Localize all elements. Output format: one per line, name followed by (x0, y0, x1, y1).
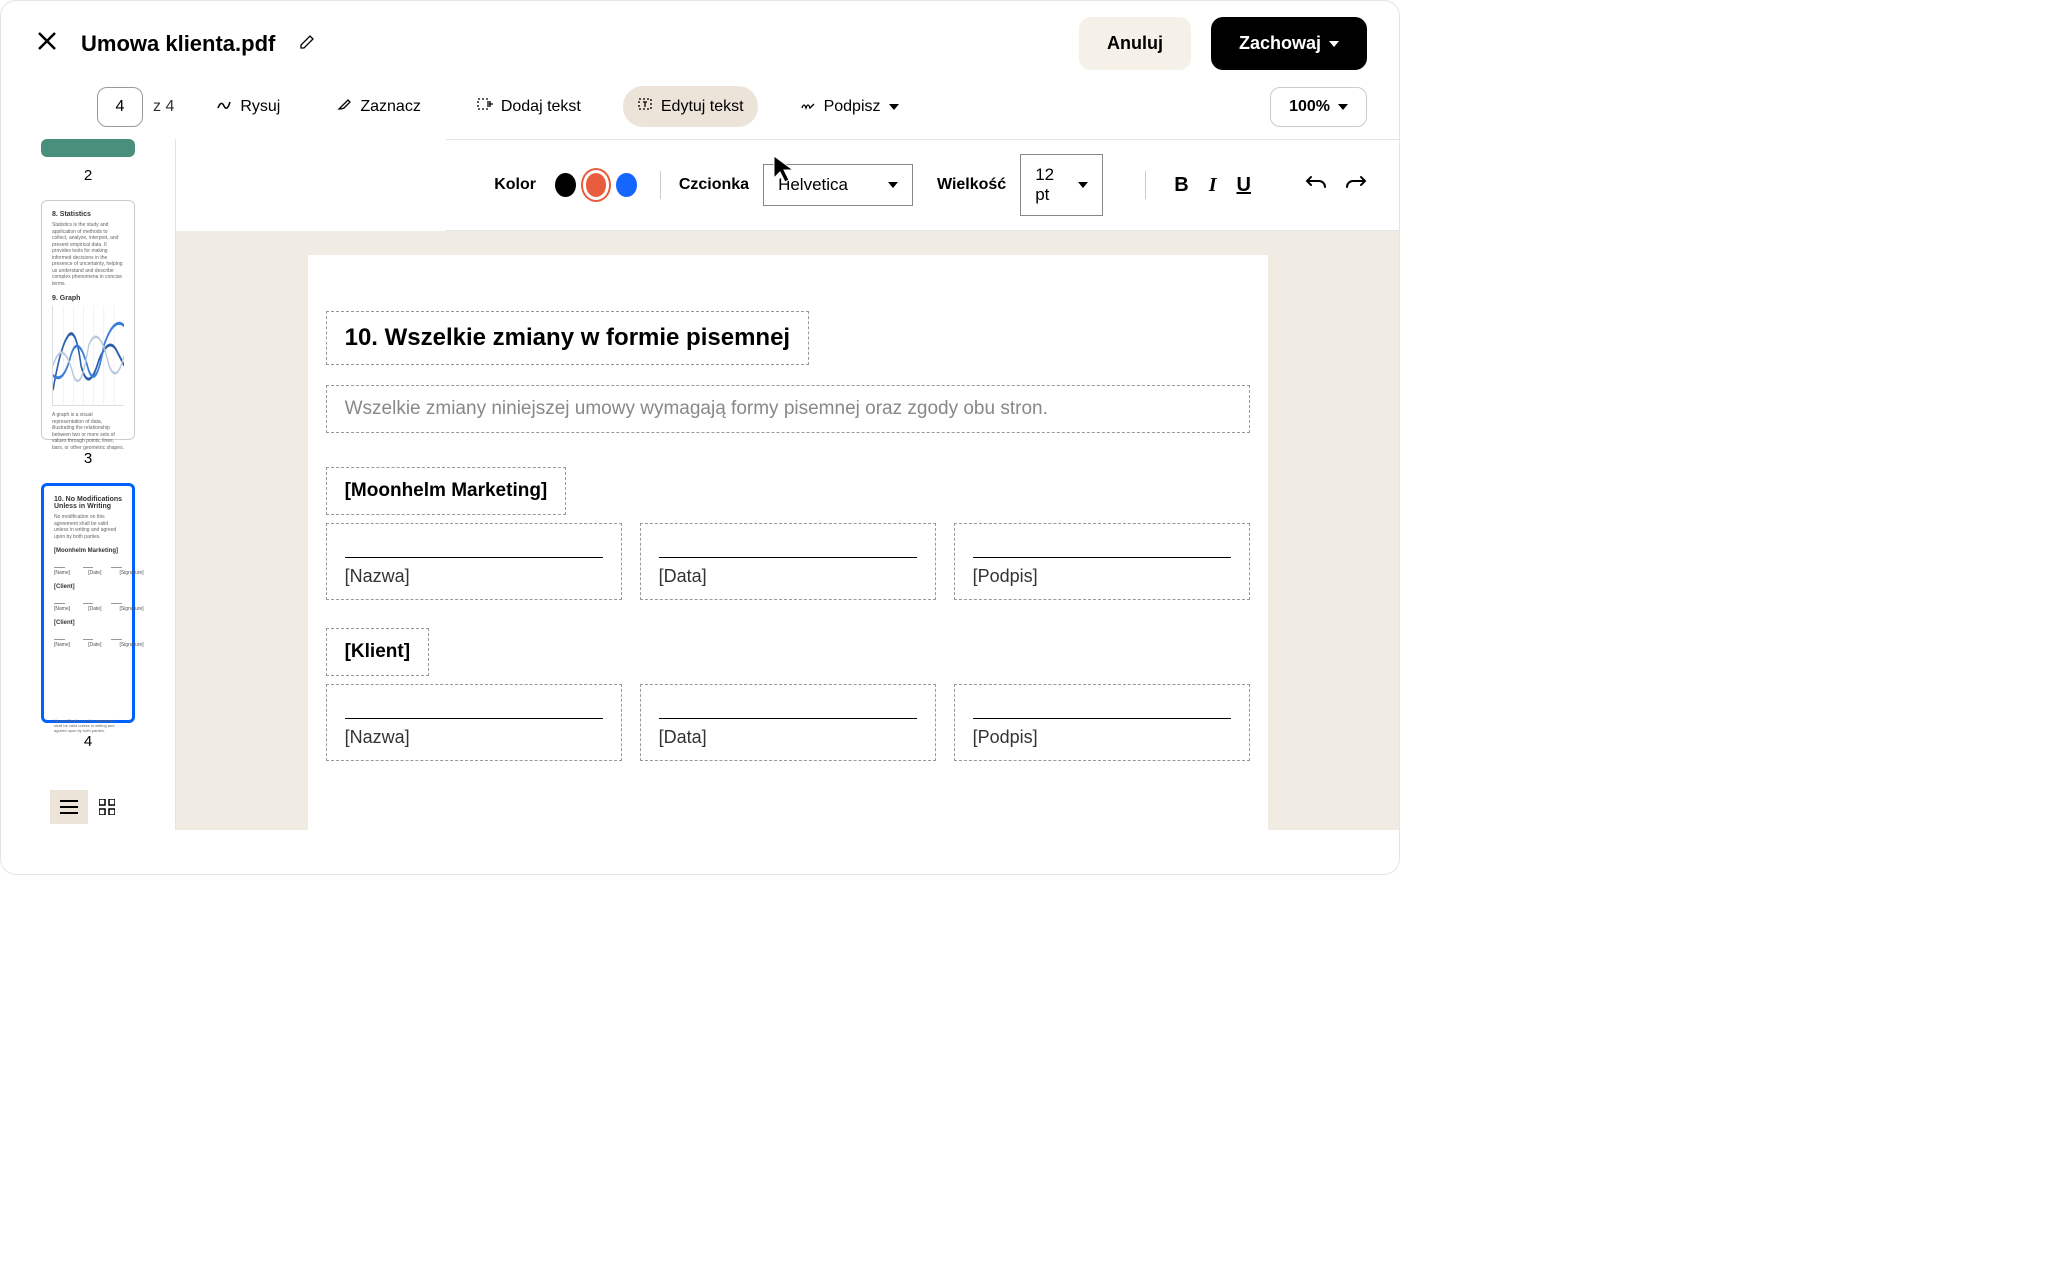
signature-icon (800, 96, 816, 117)
document-canvas[interactable]: 10. Wszelkie zmiany w formie pisemnej Ws… (176, 231, 1399, 830)
editable-party-name[interactable]: [Moonhelm Marketing] (326, 467, 567, 515)
thumb-text: No modification on this agreement shall … (54, 514, 122, 540)
page-number-input[interactable]: 4 (97, 87, 143, 127)
list-view-button[interactable] (50, 790, 88, 824)
thumb-label: [Date] (88, 642, 101, 648)
signature-field-name[interactable]: [Nazwa] (326, 523, 622, 600)
cancel-button[interactable]: Anuluj (1079, 17, 1191, 70)
thumb-party: [Moonhelm Marketing] (54, 548, 122, 554)
thumb-footer: No modification on this agreement shall … (54, 718, 122, 734)
underline-button[interactable]: U (1227, 170, 1261, 201)
sign-tool[interactable]: Podpisz (786, 86, 913, 127)
draw-tool[interactable]: Rysuj (202, 86, 294, 127)
thumb-label: [Signature] (119, 570, 143, 576)
zoom-select[interactable]: 100% (1270, 87, 1367, 127)
thumbnail-sidebar: 2 8. Statistics Statistics is the study … (1, 139, 176, 830)
chevron-down-icon (1338, 104, 1348, 110)
field-label: [Data] (659, 727, 917, 748)
divider (1145, 171, 1146, 199)
edit-text-tool[interactable]: Edytuj tekst (623, 86, 758, 127)
color-swatch-orange[interactable] (586, 173, 607, 197)
redo-icon[interactable] (1345, 174, 1367, 197)
thumbnail-page-4[interactable]: 10. No Modifications Unless in Writing N… (41, 483, 135, 723)
save-button[interactable]: Zachowaj (1211, 17, 1367, 70)
chevron-down-icon (888, 182, 898, 188)
thumbnail-page-3[interactable]: 8. Statistics Statistics is the study an… (41, 200, 135, 440)
chevron-down-icon (1078, 182, 1088, 188)
bold-button[interactable]: B (1164, 170, 1198, 201)
thumb-heading: 9. Graph (52, 295, 124, 302)
signature-field-sign[interactable]: [Podpis] (954, 684, 1250, 761)
thumb-label: [Name] (54, 642, 70, 648)
divider (660, 171, 661, 199)
thumb-party: [Client] (54, 584, 122, 590)
thumb-label: [Date] (88, 606, 101, 612)
format-toolbar: Kolor Czcionka Helvetica Wielkość 12 pt … (446, 139, 1399, 231)
save-button-label: Zachowaj (1239, 33, 1321, 54)
add-text-icon (477, 96, 493, 117)
signature-field-date[interactable]: [Data] (640, 684, 936, 761)
italic-button[interactable]: I (1199, 170, 1227, 201)
size-value: 12 pt (1035, 165, 1064, 205)
thumb-label: [Signature] (119, 606, 143, 612)
chevron-down-icon (889, 104, 899, 110)
thumb-label: [Signature] (119, 642, 143, 648)
font-family-select[interactable]: Helvetica (763, 164, 913, 206)
field-label: [Podpis] (973, 727, 1231, 748)
font-size-select[interactable]: 12 pt (1020, 154, 1103, 216)
signature-field-date[interactable]: [Data] (640, 523, 936, 600)
chevron-down-icon (1329, 41, 1339, 47)
thumb-party: [Client] (54, 620, 122, 626)
page-number-label: 4 (15, 733, 161, 750)
font-label: Czcionka (679, 176, 749, 194)
page-total-label: z 4 (153, 98, 174, 116)
field-label: [Nazwa] (345, 727, 603, 748)
thumb-text: A graph is a visual representation of da… (52, 412, 124, 451)
signature-field-name[interactable]: [Nazwa] (326, 684, 622, 761)
editable-party-name[interactable]: [Klient] (326, 628, 429, 676)
highlight-label: Zaznacz (360, 98, 420, 116)
thumb-text: Statistics is the study and application … (52, 222, 124, 287)
page-content: 10. Wszelkie zmiany w formie pisemnej Ws… (308, 255, 1268, 830)
field-label: [Nazwa] (345, 566, 603, 587)
undo-icon[interactable] (1305, 174, 1327, 197)
font-value: Helvetica (778, 175, 848, 195)
page-number-label: 3 (15, 450, 161, 467)
thumbnail-page-2[interactable] (41, 139, 135, 157)
add-text-tool[interactable]: Dodaj tekst (463, 86, 595, 127)
color-swatch-black[interactable] (555, 173, 576, 197)
signature-field-sign[interactable]: [Podpis] (954, 523, 1250, 600)
size-label: Wielkość (937, 176, 1006, 194)
thumb-chart (52, 306, 124, 406)
edit-text-label: Edytuj tekst (661, 98, 744, 116)
add-text-label: Dodaj tekst (501, 98, 581, 116)
thumb-label: [Name] (54, 606, 70, 612)
grid-view-button[interactable] (88, 790, 126, 824)
editable-body-text[interactable]: Wszelkie zmiany niniejszej umowy wymagaj… (326, 385, 1250, 433)
scribble-icon (216, 96, 232, 117)
thumb-label: [Name] (54, 570, 70, 576)
thumb-label: [Date] (88, 570, 101, 576)
zoom-value: 100% (1289, 98, 1330, 116)
thumb-heading: 10. No Modifications Unless in Writing (54, 496, 122, 510)
document-title: Umowa klienta.pdf (81, 31, 275, 57)
sign-label: Podpisz (824, 98, 881, 116)
field-label: [Podpis] (973, 566, 1231, 587)
highlight-tool[interactable]: Zaznacz (322, 86, 434, 127)
editable-heading[interactable]: 10. Wszelkie zmiany w formie pisemnej (326, 311, 810, 365)
color-swatch-blue[interactable] (616, 173, 637, 197)
close-icon[interactable] (33, 26, 61, 62)
field-label: [Data] (659, 566, 917, 587)
page-number-label: 2 (15, 167, 161, 184)
pencil-icon[interactable] (299, 34, 315, 53)
draw-label: Rysuj (240, 98, 280, 116)
highlighter-icon (336, 96, 352, 117)
thumb-heading: 8. Statistics (52, 211, 124, 218)
edit-text-icon (637, 96, 653, 117)
color-label: Kolor (494, 176, 536, 194)
